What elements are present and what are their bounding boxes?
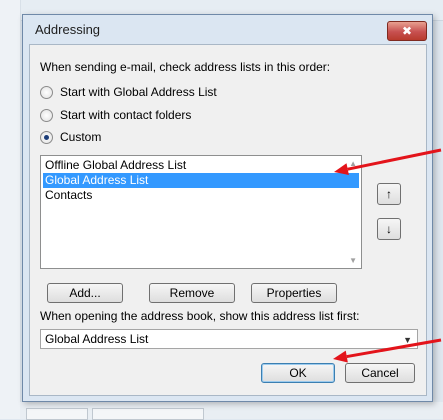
close-icon: ✖ [401,24,413,38]
addressing-dialog: Addressing ✖ When sending e-mail, check … [22,14,433,402]
radio-button[interactable] [40,108,53,122]
background-tab [92,408,204,420]
move-down-button[interactable]: ↓ [377,218,401,240]
option-start-contacts[interactable]: Start with contact folders [40,107,191,123]
dialog-body: When sending e-mail, check address lists… [29,44,427,396]
background-footer [20,402,443,420]
option-label: Start with contact folders [60,108,192,122]
radio-button[interactable] [40,85,53,99]
arrow-down-icon: ↓ [386,222,392,236]
remove-button[interactable]: Remove [149,283,235,303]
ok-button[interactable]: OK [261,363,335,383]
list-item-gal[interactable]: Global Address List [43,173,359,188]
close-button[interactable]: ✖ [387,21,427,41]
scroll-down-icon[interactable]: ▼ [349,256,357,265]
option-start-global[interactable]: Start with Global Address List [40,84,217,100]
title-bar[interactable]: Addressing ✖ [23,15,432,43]
dropdown-value: Global Address List [45,332,149,346]
background-tab [26,408,88,420]
radio-button-checked[interactable] [40,130,53,144]
option-custom[interactable]: Custom [40,129,101,145]
dialog-title: Addressing [35,22,101,37]
list-item-contacts[interactable]: Contacts [43,188,359,203]
move-up-button[interactable]: ↑ [377,183,401,205]
open-list-prompt: When opening the address book, show this… [40,309,360,323]
properties-button[interactable]: Properties [251,283,337,303]
cancel-button[interactable]: Cancel [345,363,415,383]
option-label: Custom [60,130,102,144]
list-item-offline-gal[interactable]: Offline Global Address List [43,158,359,173]
background-sidebar [0,0,21,419]
first-address-list-dropdown[interactable]: Global Address List ▼ [40,329,418,349]
add-button[interactable]: Add... [47,283,123,303]
option-label: Start with Global Address List [60,85,217,99]
address-list-box[interactable]: Offline Global Address List Global Addre… [40,155,362,269]
scroll-up-icon[interactable]: ▲ [349,159,357,168]
chevron-down-icon: ▼ [403,335,412,345]
arrow-up-icon: ↑ [386,187,392,201]
search-order-prompt: When sending e-mail, check address lists… [40,60,331,74]
